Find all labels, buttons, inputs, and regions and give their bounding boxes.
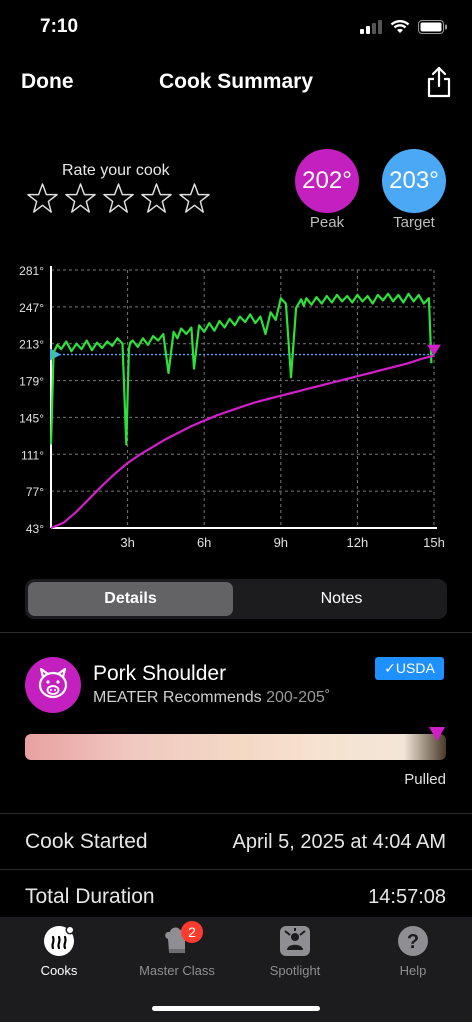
peak-label: Peak	[309, 214, 345, 231]
y-tick-label: 43°	[26, 522, 44, 536]
total-duration-value: 14:57:08	[368, 886, 446, 908]
y-tick-label: 77°	[26, 485, 44, 499]
peak-marker-icon	[427, 344, 441, 356]
total-duration-label: Total Duration	[25, 885, 155, 908]
target-label: Target	[393, 214, 435, 231]
share-icon[interactable]	[426, 66, 452, 98]
pig-icon	[25, 657, 81, 713]
tab-spotlight[interactable]: Spotlight	[236, 925, 354, 978]
signal-icon	[360, 20, 382, 34]
meat-name: Pork Shoulder	[93, 662, 227, 685]
divider	[0, 869, 472, 870]
cook-started-value: April 5, 2025 at 4:04 AM	[232, 831, 446, 853]
x-tick-label: 15h	[423, 535, 445, 550]
y-tick-label: 213°	[19, 338, 44, 352]
star-icon[interactable]	[102, 182, 135, 215]
x-tick-label: 9h	[274, 535, 288, 550]
tab-help[interactable]: ? Help	[354, 925, 472, 978]
y-tick-label: 281°	[19, 264, 44, 278]
temperature-chart: 281° 247° 213° 179° 145° 111° 77° 43° 3h 6h 9h 12h 1…	[19, 264, 445, 550]
segmented-control: Details Notes	[25, 579, 447, 619]
tab-cooks[interactable]: Cooks	[0, 925, 118, 978]
star-icon[interactable]	[140, 182, 173, 215]
recommend-range: 200-205˚	[266, 689, 331, 706]
x-tick-label: 12h	[347, 535, 369, 550]
y-tick-label: 247°	[19, 301, 44, 315]
star-icon[interactable]	[178, 182, 211, 215]
svg-text:?: ?	[407, 931, 419, 953]
target-temp-badge: 203°	[382, 149, 446, 213]
star-icon[interactable]	[64, 182, 97, 215]
series-line	[50, 354, 435, 530]
y-tick-label: 145°	[19, 411, 44, 425]
doneness-bar	[25, 734, 446, 760]
star-icon[interactable]	[26, 182, 59, 215]
recommend-prefix: MEATER Recommends	[93, 689, 262, 706]
tab-masterclass-label: Master Class	[139, 963, 215, 978]
cooks-icon	[43, 925, 75, 957]
tab-details[interactable]: Details	[28, 582, 233, 616]
divider	[0, 632, 472, 633]
star-rating[interactable]	[26, 182, 211, 215]
help-icon: ?	[397, 925, 429, 957]
tab-spotlight-label: Spotlight	[269, 963, 321, 978]
x-tick-label: 3h	[120, 535, 134, 550]
divider	[0, 813, 472, 814]
status-icons	[360, 20, 448, 34]
meat-recommendation: MEATER Recommends 200-205˚	[93, 689, 330, 707]
tab-notes[interactable]: Notes	[239, 582, 444, 616]
x-tick-label: 6h	[197, 535, 211, 550]
usda-badge[interactable]: ✓USDA	[375, 657, 444, 680]
done-button[interactable]: Done	[21, 70, 74, 94]
spotlight-icon	[279, 925, 311, 957]
series-line	[49, 292, 433, 446]
doneness-status: Pulled	[404, 771, 446, 788]
rate-label: Rate your cook	[62, 162, 170, 179]
status-time: 7:10	[40, 16, 79, 37]
cook-started-label: Cook Started	[25, 830, 148, 853]
masterclass-badge: 2	[181, 921, 203, 943]
tab-cooks-label: Cooks	[40, 963, 78, 978]
tab-help-label: Help	[399, 963, 427, 978]
peak-temp-badge: 202°	[295, 149, 359, 213]
y-tick-label: 111°	[21, 448, 44, 462]
tab-masterclass[interactable]: 2 Master Class	[118, 921, 236, 978]
wifi-icon	[390, 20, 410, 33]
battery-icon	[418, 20, 447, 34]
doneness-marker-icon	[429, 727, 445, 741]
home-indicator	[152, 1006, 320, 1011]
y-tick-label: 179°	[19, 375, 44, 389]
chef-hat-icon: 2	[161, 921, 203, 957]
